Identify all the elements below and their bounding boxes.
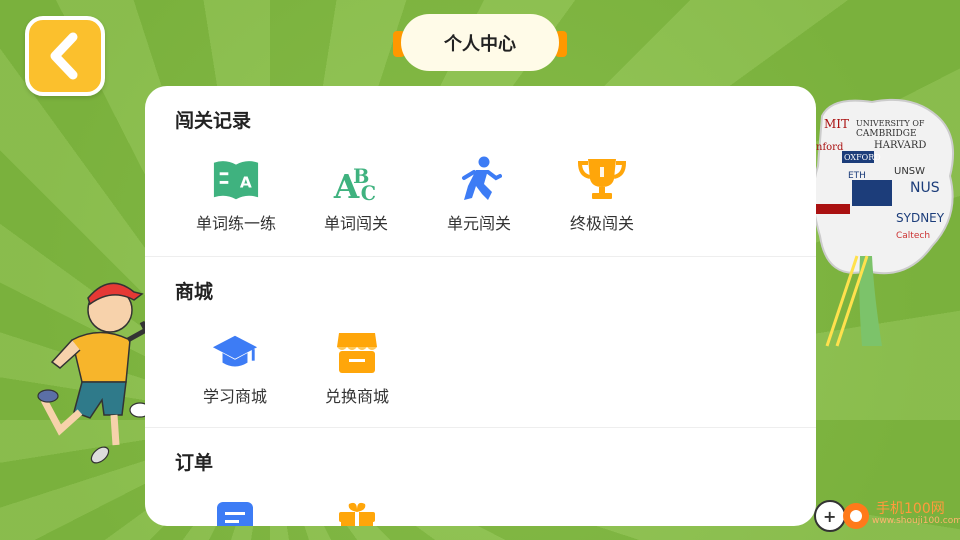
item-label: 单词练一练 bbox=[195, 214, 276, 233]
watermark: + 手机100网 www.shouji100.com bbox=[812, 494, 960, 534]
svg-text:A: A bbox=[240, 174, 252, 192]
svg-text:HARVARD: HARVARD bbox=[874, 140, 926, 151]
svg-text:Caltech: Caltech bbox=[896, 231, 930, 241]
svg-text:OXFORD: OXFORD bbox=[844, 153, 881, 162]
graduation-cap-icon bbox=[212, 335, 258, 367]
item-label: 单元闯关 bbox=[446, 214, 511, 233]
order-list-icon bbox=[217, 502, 253, 526]
exchange-mall-item[interactable]: 兑换商城 bbox=[302, 329, 412, 407]
gift-icon bbox=[339, 502, 375, 526]
book-letter-icon: A bbox=[213, 161, 259, 200]
item-label: 学习商城 bbox=[202, 387, 267, 406]
shop-icon bbox=[337, 333, 377, 373]
gift-order-item[interactable] bbox=[302, 498, 412, 526]
svg-text:ETH: ETH bbox=[848, 171, 866, 181]
section-title: 闯关记录 bbox=[175, 110, 252, 132]
unit-challenge-item[interactable]: 单元闯关 bbox=[424, 156, 534, 234]
page-title: 个人中心 bbox=[401, 14, 559, 71]
chevron-left-icon bbox=[50, 32, 78, 80]
svg-text:MIT: MIT bbox=[824, 117, 849, 131]
runner-icon bbox=[462, 156, 502, 200]
section-mall: 商城 学习商城 兑换商城 bbox=[145, 257, 816, 428]
svg-text:NUS: NUS bbox=[910, 180, 940, 196]
svg-text:+: + bbox=[823, 507, 836, 526]
boy-illustration bbox=[37, 282, 151, 464]
svg-text:SYDNEY: SYDNEY bbox=[896, 211, 945, 225]
study-mall-item[interactable]: 学习商城 bbox=[180, 329, 290, 407]
svg-text:C: C bbox=[361, 182, 376, 203]
abc-icon: A B C bbox=[333, 165, 376, 203]
university-tree-illustration: MIT UNIVERSITY OF CAMBRIDGE HARVARD nfor… bbox=[812, 98, 954, 347]
item-label: 终极闯关 bbox=[569, 214, 634, 233]
item-label: 兑换商城 bbox=[324, 387, 389, 406]
final-challenge-item[interactable]: 终极闯关 bbox=[547, 156, 657, 234]
trophy-icon bbox=[578, 159, 626, 199]
svg-text:CAMBRIDGE: CAMBRIDGE bbox=[856, 129, 917, 139]
watermark-logo-icon: + bbox=[814, 500, 869, 532]
watermark-subtext: www.shouji100.com bbox=[872, 516, 960, 526]
svg-text:UNIVERSITY OF: UNIVERSITY OF bbox=[856, 119, 925, 128]
section-level-records: 闯关记录 A 单词练一练 A B C 单词闯关 单元闯关 终极闯关 bbox=[145, 86, 816, 257]
profile-card: 闯关记录 A 单词练一练 A B C 单词闯关 单元闯关 终极闯关 商城 学习商… bbox=[145, 86, 816, 526]
word-practice-item[interactable]: A 单词练一练 bbox=[181, 156, 291, 234]
item-label: 单词闯关 bbox=[323, 214, 388, 233]
watermark-text: 手机100网 bbox=[876, 501, 945, 517]
order-list-item[interactable] bbox=[180, 498, 290, 526]
section-orders: 订单 bbox=[145, 428, 816, 526]
word-challenge-item[interactable]: A B C 单词闯关 bbox=[301, 156, 411, 234]
svg-text:nford: nford bbox=[816, 142, 844, 153]
section-title: 商城 bbox=[175, 281, 214, 303]
svg-text:UNSW: UNSW bbox=[894, 166, 925, 177]
section-title: 订单 bbox=[175, 452, 214, 474]
back-button[interactable] bbox=[25, 16, 105, 96]
